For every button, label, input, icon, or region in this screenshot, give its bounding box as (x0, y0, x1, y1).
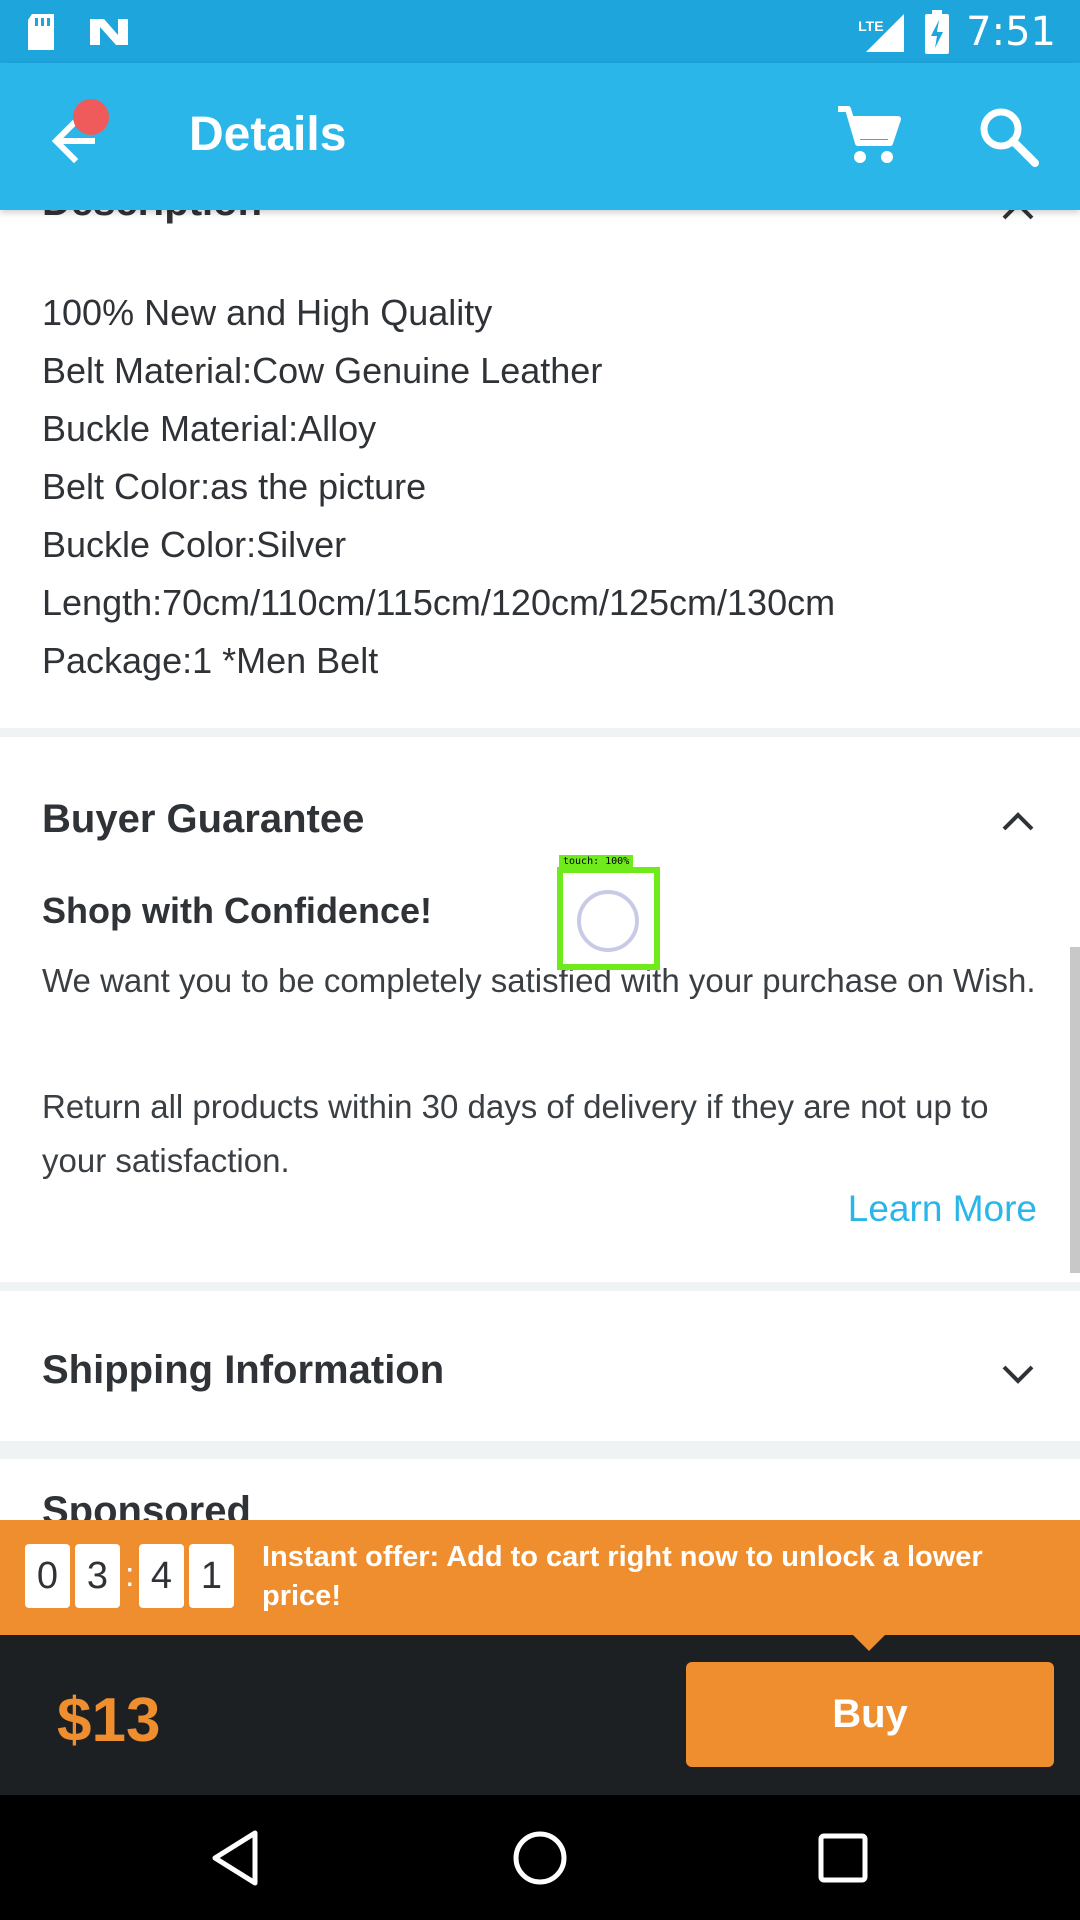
description-line: Belt Color:as the picture (42, 466, 427, 507)
offer-pointer (853, 1635, 885, 1651)
section-divider (0, 1282, 1080, 1291)
description-line: Length:70cm/110cm/115cm/120cm/125cm/130c… (42, 582, 836, 623)
touch-point-circle (577, 890, 639, 952)
description-section: Description 100% New and High Quality Be… (0, 210, 1080, 728)
timer-digit: 4 (139, 1544, 184, 1608)
nav-recents-icon[interactable] (810, 1825, 876, 1891)
next-section-title: Sponsored (42, 1489, 251, 1520)
shipping-information-title: Shipping Information (42, 1348, 445, 1392)
section-divider (0, 1441, 1080, 1459)
chevron-up-icon[interactable] (1000, 210, 1036, 222)
battery-charging-icon (925, 9, 950, 54)
timer-separator: : (125, 1556, 135, 1594)
description-line: Belt Material:Cow Genuine Leather (42, 350, 603, 391)
buyer-guarantee-title: Buyer Guarantee (42, 797, 365, 841)
guarantee-paragraph: Return all products within 30 days of de… (42, 1088, 989, 1179)
app-bar: Details (0, 63, 1080, 210)
timer-digit: 1 (189, 1544, 234, 1608)
signal-icon: LTE (858, 10, 908, 54)
description-line: Buckle Material:Alloy (42, 408, 377, 449)
search-button[interactable] (975, 103, 1041, 169)
notification-dot (73, 99, 109, 135)
section-divider (0, 728, 1080, 737)
sd-card-icon (28, 13, 54, 50)
search-icon (980, 108, 1039, 167)
guarantee-paragraph: We want you to be completely satisfied w… (42, 962, 1036, 999)
status-bar: LTE 7:51 (0, 0, 1080, 63)
shipping-information-row[interactable]: Shipping Information (0, 1291, 1080, 1441)
nav-home-icon[interactable] (507, 1825, 573, 1891)
instant-offer-banner[interactable]: 0 3 : 4 1 Instant offer: Add to cart rig… (0, 1520, 1080, 1635)
shop-with-confidence-title: Shop with Confidence! (42, 890, 432, 931)
status-time: 7:51 (966, 8, 1056, 55)
buy-button[interactable]: Buy (686, 1662, 1054, 1767)
description-list: 100% New and High Quality Belt Material:… (42, 284, 835, 690)
next-section[interactable]: Sponsored (0, 1459, 1080, 1520)
cart-icon (838, 106, 901, 163)
scrollbar[interactable] (1070, 947, 1080, 1273)
n-logo-icon (90, 18, 128, 45)
chevron-down-icon[interactable] (1000, 1363, 1036, 1387)
chevron-up-icon[interactable] (1000, 809, 1036, 833)
app-screen: LTE 7:51 Details 100% New and High Quali… (0, 0, 1080, 1920)
page-title: Details (189, 108, 347, 161)
timer-digit: 3 (75, 1544, 120, 1608)
system-nav-bar (0, 1795, 1080, 1920)
buy-bar: $13 Buy (0, 1635, 1080, 1795)
price-label: $13 (57, 1686, 161, 1755)
cart-button[interactable] (836, 103, 902, 169)
description-line: 100% New and High Quality (42, 292, 493, 333)
offer-text: Instant offer: Add to cart right now to … (262, 1541, 983, 1612)
learn-more-link[interactable]: Learn More (848, 1188, 1037, 1230)
description-title: Description (42, 210, 262, 225)
nav-back-icon[interactable] (203, 1825, 269, 1891)
details-content[interactable]: Description 100% New and High Quality Be… (0, 210, 1080, 1520)
timer-digit: 0 (25, 1544, 70, 1608)
description-line: Buckle Color:Silver (42, 524, 347, 565)
description-line: Package:1 *Men Belt (42, 640, 379, 681)
